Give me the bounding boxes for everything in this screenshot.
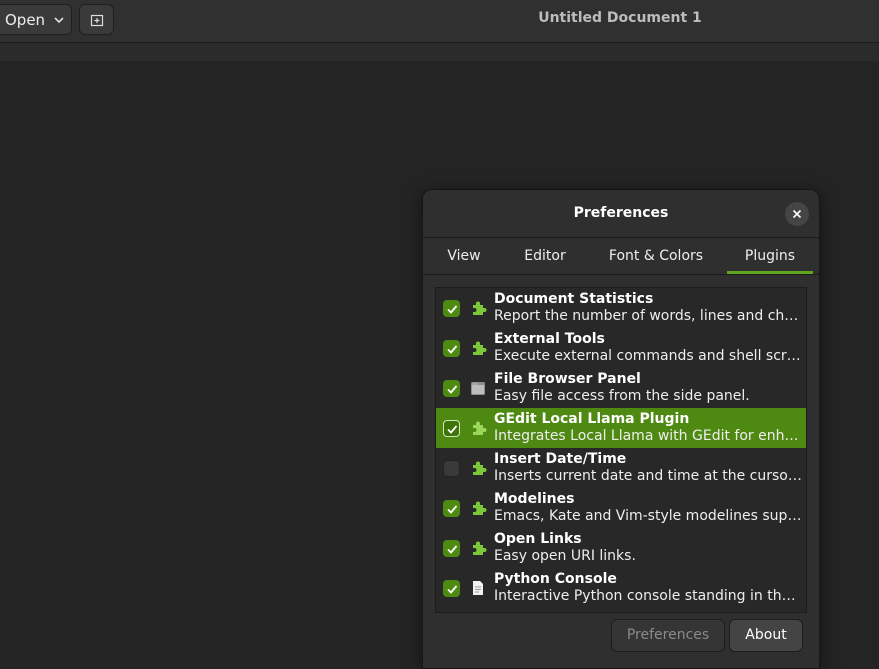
plugin-checkbox[interactable]	[443, 380, 460, 397]
dialog-title: Preferences	[573, 205, 669, 221]
plugin-name: Open Links	[494, 531, 582, 547]
plugin-description: Inserts current date and time at the cur…	[494, 468, 802, 484]
plugin-description: Execute external commands and shell scri…	[494, 348, 802, 364]
plugin-checkbox[interactable]	[443, 580, 460, 597]
close-button[interactable]	[785, 202, 809, 226]
plugin-description: Integrates Local Llama with GEdit for en…	[494, 428, 802, 444]
plugin-name: Python Console	[494, 571, 617, 587]
plugin-checkbox[interactable]	[443, 460, 460, 477]
puzzle-piece-icon	[473, 541, 487, 555]
plugin-name: Insert Date/Time	[494, 451, 627, 467]
plugin-checkbox[interactable]	[443, 420, 460, 437]
plugin-checkbox[interactable]	[443, 500, 460, 517]
dialog-button-row: Preferences About	[423, 613, 819, 669]
chevron-down-icon	[54, 16, 64, 23]
plugin-name: GEdit Local Llama Plugin	[494, 411, 690, 427]
plugin-row[interactable]: Modelines Emacs, Kate and Vim-style mode…	[436, 488, 806, 528]
puzzle-piece-icon	[473, 461, 487, 475]
checkmark-icon	[446, 304, 457, 314]
plugin-description: Easy open URI links.	[494, 548, 636, 564]
text-document-icon	[473, 581, 483, 595]
plugin-name: File Browser Panel	[494, 371, 641, 387]
plugin-name: Modelines	[494, 491, 575, 507]
plugin-name: Document Statistics	[494, 291, 654, 307]
plugin-row[interactable]: File Browser Panel Easy file access from…	[436, 368, 806, 408]
plugin-preferences-button[interactable]: Preferences	[611, 619, 725, 652]
folder-icon	[471, 382, 485, 395]
puzzle-piece-icon	[473, 501, 487, 515]
plugin-row[interactable]: Open Links Easy open URI links.	[436, 528, 806, 568]
checkmark-icon	[446, 424, 457, 434]
plugin-description: Emacs, Kate and Vim-style modelines supp…	[494, 508, 802, 524]
plugin-row[interactable]: Document Statistics Report the number of…	[436, 288, 806, 328]
plugin-list[interactable]: Document Statistics Report the number of…	[435, 287, 807, 613]
preferences-dialog: Preferences View Editor Font & Colors Pl…	[422, 189, 820, 669]
plugin-name: External Tools	[494, 331, 605, 347]
plugin-checkbox[interactable]	[443, 540, 460, 557]
tab-view[interactable]: View	[437, 238, 491, 274]
tab-plugins[interactable]: Plugins	[727, 238, 813, 274]
close-icon	[792, 209, 802, 219]
plugin-checkbox[interactable]	[443, 300, 460, 317]
checkmark-icon	[446, 504, 457, 514]
plugin-description: Interactive Python console standing in t…	[494, 588, 802, 604]
new-tab-button[interactable]	[79, 4, 114, 35]
new-tab-icon	[90, 14, 103, 26]
preferences-tabs: View Editor Font & Colors Plugins	[423, 237, 819, 275]
tab-font-colors[interactable]: Font & Colors	[597, 238, 715, 274]
puzzle-piece-icon	[473, 301, 487, 315]
checkmark-icon	[446, 344, 457, 354]
open-button-label: Open	[5, 10, 46, 29]
plugin-row[interactable]: Insert Date/Time Inserts current date an…	[436, 448, 806, 488]
checkmark-icon	[446, 384, 457, 394]
plugin-about-button[interactable]: About	[729, 619, 803, 652]
checkmark-icon	[446, 544, 457, 554]
window-title: Untitled Document 1	[538, 10, 702, 26]
puzzle-piece-icon	[473, 341, 487, 355]
header-bar: Open Untitled Document 1	[0, 0, 879, 43]
document-tab-strip	[0, 43, 879, 61]
checkmark-icon	[446, 584, 457, 594]
plugin-row-selected[interactable]: GEdit Local Llama Plugin Integrates Loca…	[436, 408, 806, 448]
plugin-row[interactable]: External Tools Execute external commands…	[436, 328, 806, 368]
open-button[interactable]: Open	[0, 4, 72, 35]
plugin-description: Easy file access from the side panel.	[494, 388, 750, 404]
plugin-checkbox[interactable]	[443, 340, 460, 357]
puzzle-piece-icon	[473, 421, 487, 435]
tab-editor[interactable]: Editor	[513, 238, 577, 274]
plugin-description: Report the number of words, lines and ch…	[494, 308, 802, 324]
plugin-row[interactable]: Python Console Interactive Python consol…	[436, 568, 806, 608]
